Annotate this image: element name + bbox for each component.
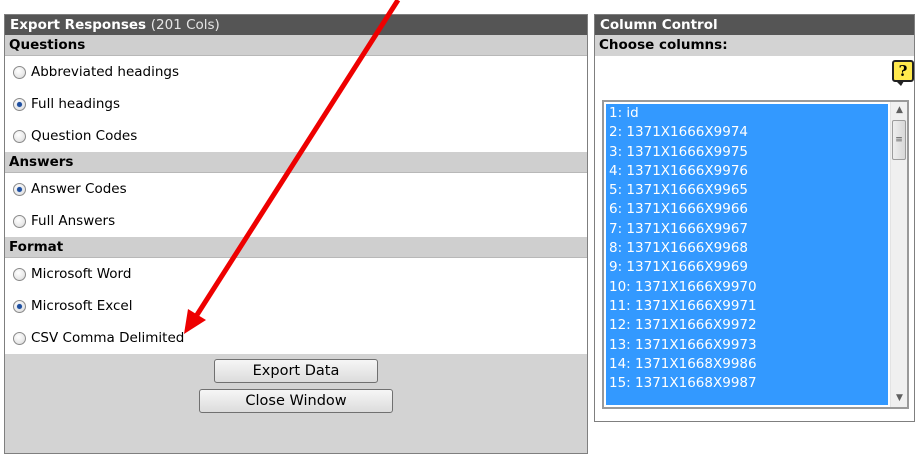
abbreviated-headings-label: Abbreviated headings: [31, 64, 180, 80]
questions-options: Abbreviated headings Full headings Quest…: [5, 56, 587, 152]
full-headings-label: Full headings: [31, 96, 120, 112]
column-list-item[interactable]: 13: 1371X1666X9973: [606, 336, 888, 355]
csv-comma-delimited-radio[interactable]: [13, 331, 26, 345]
full-answers-label: Full Answers: [31, 213, 116, 229]
question-codes-label: Question Codes: [31, 128, 138, 144]
microsoft-word-radio[interactable]: [13, 267, 26, 281]
scroll-up-arrow-icon[interactable]: ▲: [891, 102, 907, 119]
column-count: (201 Cols): [150, 17, 220, 33]
abbreviated-headings-radio[interactable]: [13, 65, 26, 79]
export-responses-panel: Export Responses (201 Cols) Questions Ab…: [4, 14, 588, 454]
column-list-item[interactable]: 2: 1371X1666X9974: [606, 123, 888, 142]
column-control-panel: Column Control Choose columns: ? 1: id 2:…: [594, 14, 915, 422]
columns-listbox[interactable]: 1: id 2: 1371X1666X9974 3: 1371X1666X9975 4…: [602, 100, 909, 409]
listbox-scrollbar[interactable]: ▲ ≡ ▼: [890, 102, 907, 407]
close-button-row: Close Window: [5, 385, 587, 417]
microsoft-word-label: Microsoft Word: [31, 266, 132, 282]
answers-options: Answer Codes Full Answers: [5, 173, 587, 237]
column-list-item[interactable]: 6: 1371X1666X9966: [606, 200, 888, 219]
export-panel-title: Export Responses: [10, 17, 147, 33]
help-row: ?: [595, 56, 914, 92]
column-list-item[interactable]: 3: 1371X1666X9975: [606, 143, 888, 162]
column-list-item[interactable]: 8: 1371X1666X9968: [606, 239, 888, 258]
format-options: Microsoft Word Microsoft Excel CSV Comma…: [5, 258, 587, 354]
column-list-item[interactable]: 4: 1371X1666X9976: [606, 162, 888, 181]
full-headings-radio[interactable]: [13, 97, 26, 111]
column-list-item[interactable]: 7: 1371X1666X9967: [606, 220, 888, 239]
microsoft-excel-label: Microsoft Excel: [31, 298, 133, 314]
export-panel-title-bar: Export Responses (201 Cols): [5, 15, 587, 35]
column-list-item[interactable]: 1: id: [606, 104, 888, 123]
column-list-item[interactable]: 14: 1371X1668X9986: [606, 355, 888, 374]
option-csv-comma-delimited[interactable]: CSV Comma Delimited: [5, 322, 587, 354]
option-abbreviated-headings[interactable]: Abbreviated headings: [5, 56, 587, 88]
option-full-headings[interactable]: Full headings: [5, 88, 587, 120]
option-microsoft-word[interactable]: Microsoft Word: [5, 258, 587, 290]
scroll-down-arrow-icon[interactable]: ▼: [891, 390, 907, 407]
question-codes-radio[interactable]: [13, 129, 26, 143]
column-list-item[interactable]: 10: 1371X1666X9970: [606, 278, 888, 297]
column-list-item[interactable]: 9: 1371X1666X9969: [606, 258, 888, 277]
column-list-item[interactable]: 15: 1371X1668X9987: [606, 374, 888, 393]
option-answer-codes[interactable]: Answer Codes: [5, 173, 587, 205]
column-list-item[interactable]: 11: 1371X1666X9971: [606, 297, 888, 316]
close-window-button[interactable]: Close Window: [199, 389, 393, 413]
column-control-title: Column Control: [595, 15, 914, 35]
answer-codes-radio[interactable]: [13, 182, 26, 196]
column-list-item[interactable]: 5: 1371X1666X9965: [606, 181, 888, 200]
answer-codes-label: Answer Codes: [31, 181, 127, 197]
microsoft-excel-radio[interactable]: [13, 299, 26, 313]
questions-heading: Questions: [5, 35, 587, 56]
full-answers-radio[interactable]: [13, 214, 26, 228]
column-list-item[interactable]: 12: 1371X1666X9972: [606, 316, 888, 335]
choose-columns-label: Choose columns:: [595, 35, 914, 56]
scroll-thumb[interactable]: ≡: [892, 120, 906, 160]
columns-list[interactable]: 1: id 2: 1371X1666X9974 3: 1371X1666X9975 4…: [606, 104, 888, 405]
option-microsoft-excel[interactable]: Microsoft Excel: [5, 290, 587, 322]
option-question-codes[interactable]: Question Codes: [5, 120, 587, 152]
csv-comma-delimited-label: CSV Comma Delimited: [31, 330, 185, 346]
answers-heading: Answers: [5, 152, 587, 173]
export-button-row: Export Data: [5, 354, 587, 385]
help-icon[interactable]: ?: [892, 60, 914, 86]
option-full-answers[interactable]: Full Answers: [5, 205, 587, 237]
export-data-button[interactable]: Export Data: [214, 359, 378, 383]
format-heading: Format: [5, 237, 587, 258]
